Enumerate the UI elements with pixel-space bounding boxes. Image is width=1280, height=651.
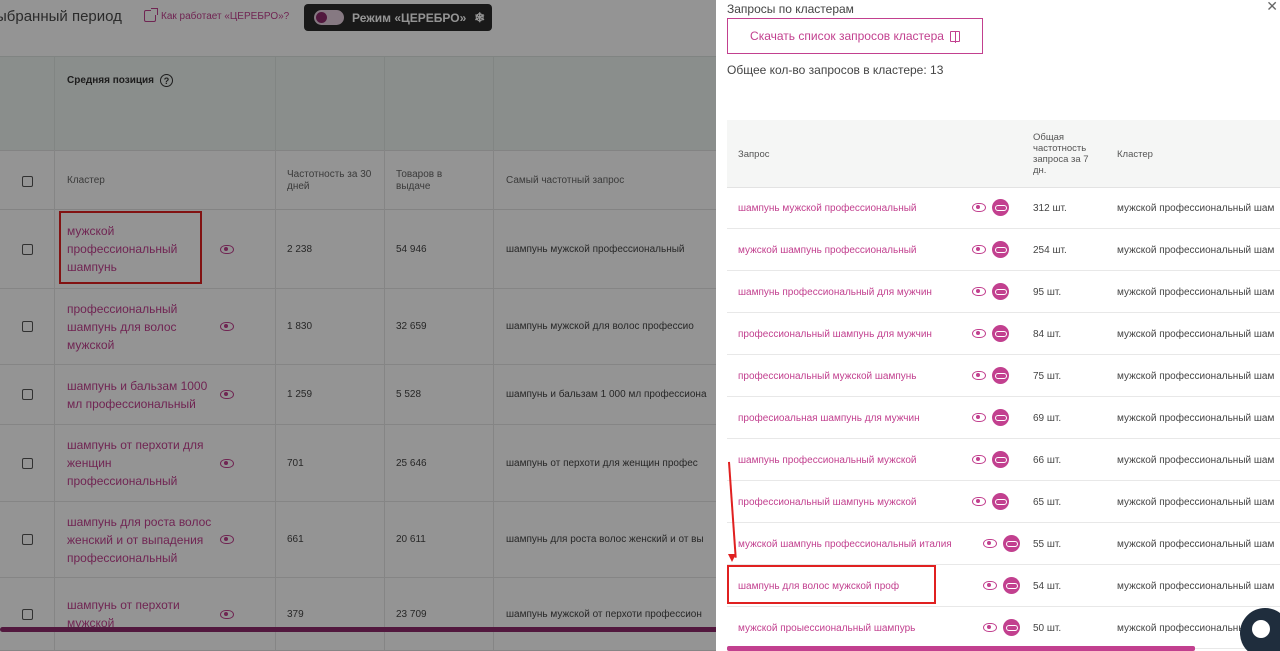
- col-query[interactable]: Запрос: [738, 120, 769, 188]
- link-icon[interactable]: [1003, 619, 1020, 636]
- col-cluster[interactable]: Кластер: [1117, 120, 1153, 188]
- cluster-value: мужской профессиональный шам: [1117, 286, 1275, 298]
- cluster-value: мужской профессиональный шам: [1117, 202, 1275, 214]
- freq-value: 312 шт.: [1033, 202, 1067, 214]
- freq-value: 84 шт.: [1033, 328, 1062, 340]
- query-link[interactable]: шампунь профессиональный мужской: [738, 439, 917, 481]
- freq-value: 54 шт.: [1033, 580, 1062, 592]
- query-link[interactable]: профессиональный мужской шампунь: [738, 355, 917, 397]
- total-queries: Общее кол-во запросов в кластере: 13: [727, 63, 944, 77]
- download-cluster-queries-button[interactable]: Скачать список запросов кластера: [727, 18, 983, 54]
- link-icon[interactable]: [1003, 535, 1020, 552]
- query-row: мужской шампунь профессиональный 254 шт.…: [727, 229, 1280, 271]
- query-link[interactable]: шампунь профессиональный для мужчин: [738, 271, 932, 313]
- cluster-value: мужской профессиональный шам: [1117, 580, 1275, 592]
- query-row: шампунь мужской профессиональный 312 шт.…: [727, 187, 1280, 229]
- cluster-value: мужской профессиональный шам: [1117, 328, 1275, 340]
- query-link[interactable]: мужской шампунь профессиональный италия: [738, 523, 952, 565]
- link-icon[interactable]: [992, 199, 1009, 216]
- download-label: Скачать список запросов кластера: [750, 29, 944, 43]
- eye-icon[interactable]: [972, 371, 986, 380]
- eye-icon[interactable]: [972, 245, 986, 254]
- cluster-value: мужской профессиональный шам: [1117, 244, 1275, 256]
- eye-icon[interactable]: [972, 329, 986, 338]
- query-row: мужской шампунь профессиональный италия …: [727, 523, 1280, 565]
- freq-value: 95 шт.: [1033, 286, 1062, 298]
- query-row: шампунь профессиональный для мужчин 95 ш…: [727, 271, 1280, 313]
- query-link[interactable]: професиоальная шампунь для мужчин: [738, 397, 920, 439]
- link-icon[interactable]: [992, 325, 1009, 342]
- cluster-value: мужской профессиональный шам: [1117, 496, 1275, 508]
- eye-icon[interactable]: [983, 539, 997, 548]
- eye-icon[interactable]: [972, 413, 986, 422]
- eye-icon[interactable]: [983, 581, 997, 590]
- drawer-title: Запросы по кластерам: [727, 2, 854, 16]
- cluster-value: мужской профессиональный шам: [1117, 412, 1275, 424]
- query-link[interactable]: профессиональный шампунь для мужчин: [738, 313, 932, 355]
- cluster-queries-drawer: Запросы по кластерам ✕ Скачать список за…: [716, 0, 1280, 651]
- link-icon[interactable]: [1003, 577, 1020, 594]
- col-freq7[interactable]: Общая частотность запроса за 7 дн.: [1033, 120, 1101, 188]
- link-icon[interactable]: [992, 367, 1009, 384]
- query-link[interactable]: шампунь мужской профессиональный: [738, 187, 917, 229]
- drawer-horizontal-scrollbar[interactable]: [727, 646, 1195, 651]
- queries-header-row: Запрос Общая частотность запроса за 7 дн…: [727, 120, 1280, 188]
- cluster-value: мужской профессиональный шам: [1117, 370, 1275, 382]
- query-link[interactable]: мужской проыессиональный шампурь: [738, 607, 915, 649]
- freq-value: 66 шт.: [1033, 454, 1062, 466]
- query-row: профессиональный шампунь мужской 65 шт. …: [727, 481, 1280, 523]
- query-link[interactable]: профессиональный шампунь мужской: [738, 481, 917, 523]
- spreadsheet-icon: [949, 30, 960, 43]
- highlight-box: [727, 565, 936, 604]
- freq-value: 69 шт.: [1033, 412, 1062, 424]
- query-row: профессиональный шампунь для мужчин 84 ш…: [727, 313, 1280, 355]
- query-row: мужской проыессиональный шампурь 50 шт. …: [727, 607, 1280, 649]
- link-icon[interactable]: [992, 241, 1009, 258]
- query-row: професиоальная шампунь для мужчин 69 шт.…: [727, 397, 1280, 439]
- modal-overlay[interactable]: [0, 0, 716, 651]
- eye-icon[interactable]: [972, 203, 986, 212]
- link-icon[interactable]: [992, 451, 1009, 468]
- freq-value: 75 шт.: [1033, 370, 1062, 382]
- query-row: профессиональный мужской шампунь 75 шт. …: [727, 355, 1280, 397]
- cluster-value: мужской профессиональный шам: [1117, 538, 1275, 550]
- annotation-arrow-head: [728, 554, 736, 562]
- freq-value: 65 шт.: [1033, 496, 1062, 508]
- query-row: шампунь профессиональный мужской 66 шт. …: [727, 439, 1280, 481]
- link-icon[interactable]: [992, 283, 1009, 300]
- cluster-value: мужской профессиональный шам: [1117, 454, 1275, 466]
- eye-icon[interactable]: [972, 287, 986, 296]
- link-icon[interactable]: [992, 409, 1009, 426]
- freq-value: 55 шт.: [1033, 538, 1062, 550]
- link-icon[interactable]: [992, 493, 1009, 510]
- close-icon[interactable]: ✕: [1266, 0, 1278, 15]
- freq-value: 50 шт.: [1033, 622, 1062, 634]
- eye-icon[interactable]: [983, 623, 997, 632]
- freq-value: 254 шт.: [1033, 244, 1067, 256]
- query-link[interactable]: мужской шампунь профессиональный: [738, 229, 917, 271]
- eye-icon[interactable]: [972, 497, 986, 506]
- eye-icon[interactable]: [972, 455, 986, 464]
